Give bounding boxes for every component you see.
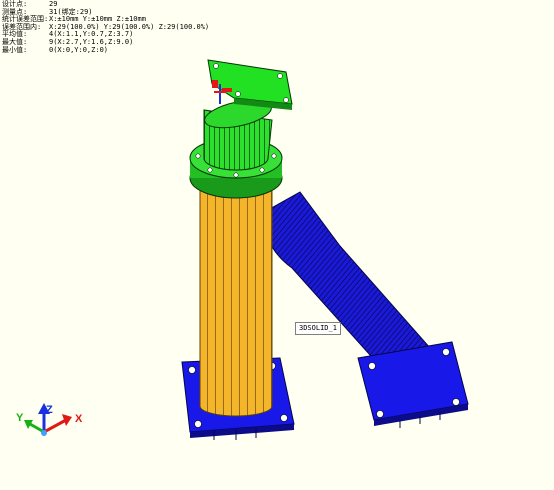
axis-label-x: X xyxy=(75,413,83,425)
model-tag-label[interactable]: 3DSOLID_1 xyxy=(295,322,341,335)
measurement-stats-panel: 设计点: 29 测量点: 31(绑定:29) 统计误差范围: X:±10mm Y… xyxy=(2,0,209,55)
stat-label: 最小值: xyxy=(2,45,28,54)
axis-triad: Z X Y xyxy=(16,403,83,436)
axis-label-y: Y xyxy=(16,412,24,424)
right-base-plate[interactable] xyxy=(357,341,469,428)
3d-viewport[interactable]: Z X Y xyxy=(0,0,554,490)
stat-design-points: 设计点: 29 xyxy=(2,0,209,9)
vertical-column[interactable] xyxy=(199,185,273,417)
axis-label-z: Z xyxy=(46,404,53,416)
stat-minimum: 最小值: 0(X:0,Y:0,Z:0) xyxy=(2,45,209,55)
stat-value: 0(X:0,Y:0,Z:0) xyxy=(49,45,109,54)
